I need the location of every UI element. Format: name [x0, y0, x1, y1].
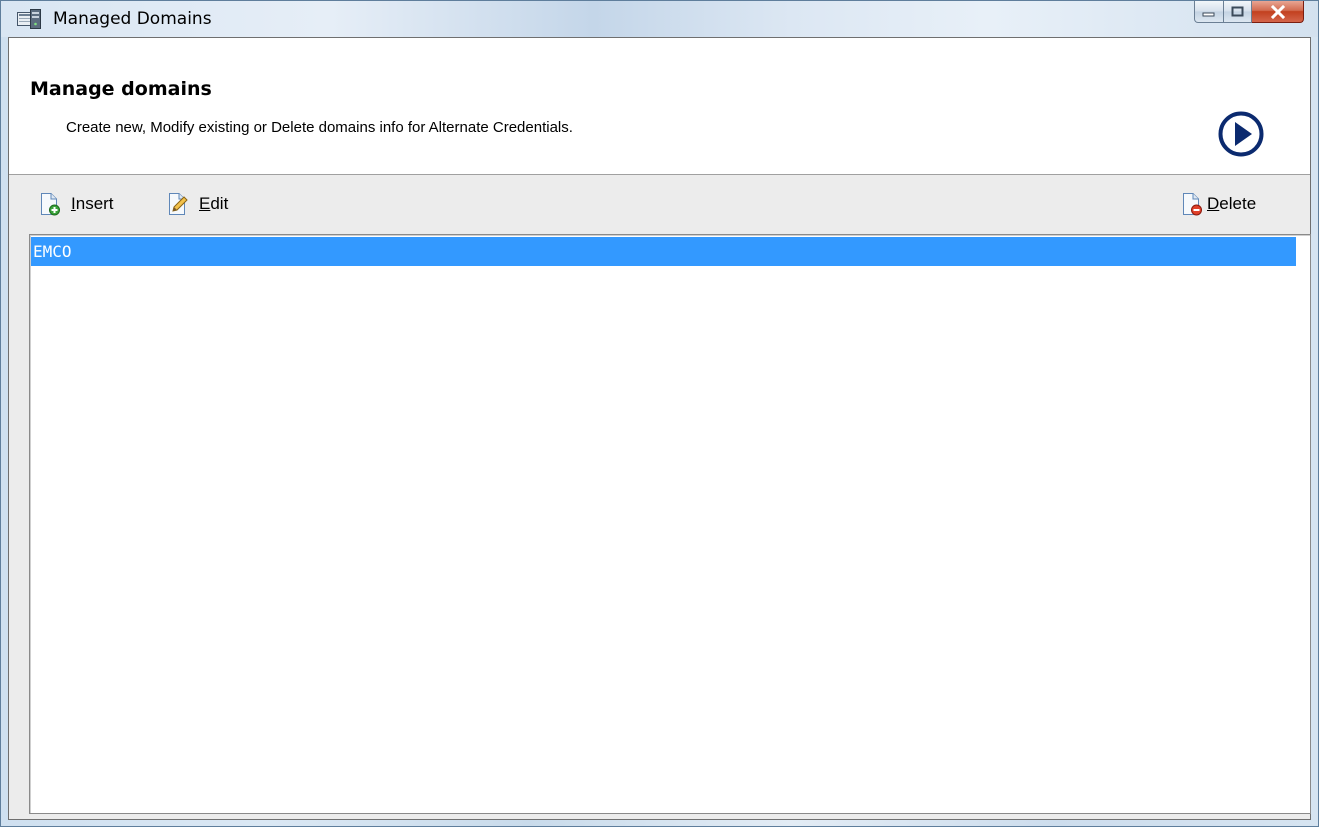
caption-buttons [1194, 1, 1304, 23]
toolbar: Insert Edit Delete [9, 175, 1310, 233]
client-area: Manage domains Create new, Modify existi… [8, 37, 1311, 820]
domains-app-icon [17, 9, 41, 29]
insert-button[interactable]: Insert [39, 192, 114, 216]
edit-accel: E [199, 194, 211, 213]
delete-accel: D [1207, 194, 1220, 213]
header-description: Create new, Modify existing or Delete do… [66, 119, 573, 136]
minimize-icon [1202, 12, 1215, 16]
close-icon [1270, 4, 1285, 19]
domains-list[interactable]: EMCO [29, 234, 1311, 814]
maximize-button[interactable] [1224, 1, 1252, 23]
header-title: Manage domains [30, 78, 212, 100]
window-title: Managed Domains [53, 9, 212, 29]
minimize-button[interactable] [1194, 1, 1224, 23]
title-bar[interactable]: Managed Domains [1, 1, 1318, 37]
close-button[interactable] [1252, 1, 1304, 23]
insert-document-icon [41, 193, 60, 216]
edit-button[interactable]: Edit [167, 192, 228, 216]
list-item-selected[interactable]: EMCO [31, 237, 1296, 266]
maximize-icon [1231, 6, 1243, 16]
play-arrow-icon[interactable] [1218, 111, 1264, 157]
managed-domains-window: Managed Domains Manage domains Create ne… [0, 0, 1319, 827]
delete-document-icon [1183, 193, 1202, 216]
delete-button[interactable]: Delete [1181, 192, 1256, 216]
delete-label: elete [1219, 194, 1257, 213]
edit-document-icon [169, 193, 188, 215]
insert-label: nsert [75, 194, 114, 213]
edit-label: dit [210, 194, 229, 213]
header-panel: Manage domains Create new, Modify existi… [9, 38, 1310, 175]
